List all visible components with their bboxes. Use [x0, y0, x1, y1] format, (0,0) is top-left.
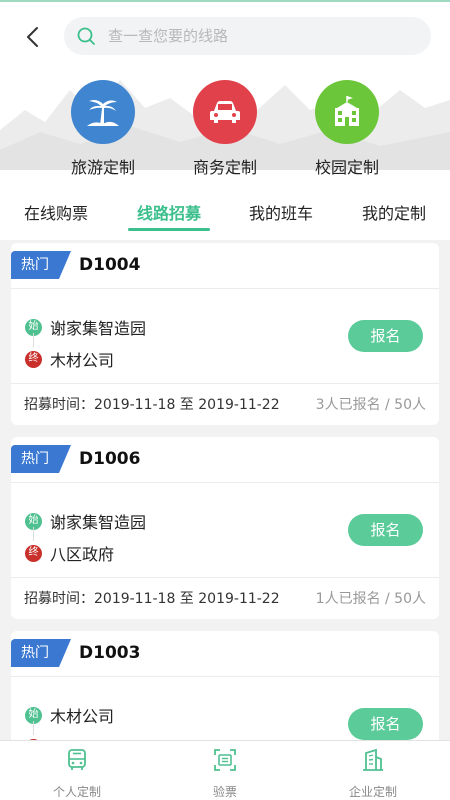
- route-connector: [33, 721, 34, 735]
- hot-badge: 热门: [11, 251, 71, 279]
- tab-route-recruit[interactable]: 线路招募: [119, 200, 219, 224]
- divider: [11, 577, 439, 578]
- tab-bar: 在线购票 线路招募 我的班车 我的定制: [0, 190, 450, 240]
- route-connector: [33, 527, 34, 541]
- tab-my-shuttle[interactable]: 我的班车: [231, 200, 331, 224]
- search-icon: [77, 27, 95, 45]
- signup-count: 1人已报名 / 50人: [315, 591, 426, 607]
- nav-enterprise-custom[interactable]: 企业定制: [313, 747, 433, 800]
- start-stop-name: 木材公司: [50, 707, 115, 726]
- start-stop-name: 谢家集智造园: [50, 319, 147, 338]
- start-stop-name: 谢家集智造园: [50, 513, 147, 532]
- category-label: 商务定制: [192, 158, 257, 177]
- start-stop: 始 木材公司: [25, 703, 114, 727]
- tab-online-ticket[interactable]: 在线购票: [6, 200, 106, 224]
- end-stop-name: 木材公司: [50, 351, 115, 370]
- building-icon: [363, 748, 383, 771]
- route-card[interactable]: 热门 D1004 始 谢家集智造园 终 木材公司 报名 招募时间：2019-11…: [11, 243, 439, 425]
- signup-button[interactable]: 报名: [348, 514, 423, 546]
- header: 查一查您要的线路 旅游定制 商务定制 校园定制 在线购票 线路招募 我的班车 我…: [0, 0, 450, 240]
- divider: [11, 676, 439, 677]
- divider: [11, 288, 439, 289]
- search-placeholder: 查一查您要的线路: [108, 27, 229, 45]
- tab-my-custom[interactable]: 我的定制: [344, 200, 444, 224]
- divider: [11, 482, 439, 483]
- nav-personal-custom[interactable]: 个人定制: [17, 747, 137, 800]
- end-stop-name: 八区政府: [50, 545, 115, 564]
- nav-label: 企业定制: [348, 785, 397, 799]
- active-tab-indicator: [128, 228, 210, 231]
- route-card[interactable]: 热门 D1006 始 谢家集智造园 终 八区政府 报名 招募时间：2019-11…: [11, 437, 439, 619]
- school-icon: [315, 80, 379, 144]
- route-code: D1004: [79, 255, 141, 275]
- end-stop: 终 木材公司: [25, 347, 114, 371]
- category-campus[interactable]: 校园定制: [292, 80, 402, 178]
- route-code: D1003: [79, 643, 141, 663]
- category-label: 校园定制: [314, 158, 379, 177]
- nav-check-ticket[interactable]: 验票: [165, 747, 285, 800]
- category-label: 旅游定制: [70, 158, 135, 177]
- nav-label: 验票: [212, 785, 237, 799]
- end-marker-icon: 终: [25, 350, 42, 368]
- recruit-period: 招募时间：2019-11-18 至 2019-11-22: [24, 397, 280, 413]
- route-code: D1006: [79, 449, 141, 469]
- chevron-left-icon: [27, 27, 38, 47]
- bus-icon: [68, 749, 86, 770]
- signup-count: 3人已报名 / 50人: [315, 397, 426, 413]
- start-stop: 始 谢家集智造园: [25, 509, 146, 533]
- category-business[interactable]: 商务定制: [170, 80, 280, 178]
- signup-button[interactable]: 报名: [348, 708, 423, 740]
- search-input[interactable]: 查一查您要的线路: [64, 17, 431, 55]
- bottom-navigation: 个人定制 验票 企业定制: [0, 740, 450, 800]
- end-marker-icon: 终: [25, 544, 42, 562]
- end-stop: 终 八区政府: [25, 541, 114, 565]
- hot-badge: 热门: [11, 445, 71, 473]
- route-connector: [33, 333, 34, 347]
- hot-badge: 热门: [11, 639, 71, 667]
- category-travel[interactable]: 旅游定制: [48, 80, 158, 178]
- back-button[interactable]: [18, 22, 48, 52]
- signup-button[interactable]: 报名: [348, 320, 423, 352]
- top-divider: [0, 0, 450, 2]
- start-stop: 始 谢家集智造园: [25, 315, 146, 339]
- divider: [11, 383, 439, 384]
- recruit-period: 招募时间：2019-11-18 至 2019-11-22: [24, 591, 280, 607]
- palm-tree-icon: [71, 80, 135, 144]
- scan-ticket-icon: [214, 749, 236, 771]
- nav-label: 个人定制: [52, 785, 101, 799]
- car-icon: [193, 80, 257, 144]
